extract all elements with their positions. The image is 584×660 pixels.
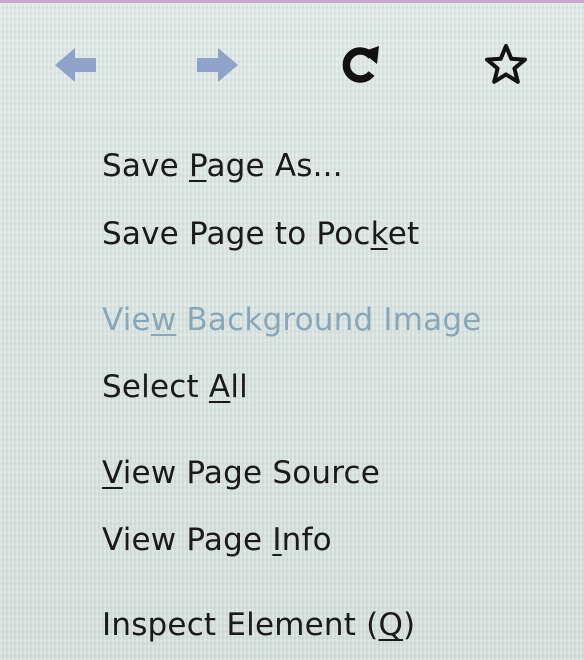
bookmark-button[interactable] <box>476 33 536 97</box>
accesskey-underline: w <box>150 302 177 338</box>
menu-item-inspect-element[interactable]: Inspect Element (Q) <box>102 601 415 649</box>
back-arrow-icon <box>55 48 96 82</box>
menu-item-save-to-pocket[interactable]: Save Page to Pocket <box>102 210 419 258</box>
reload-button[interactable] <box>330 33 390 97</box>
menu-item-view-background-image: View Background Image <box>102 302 482 338</box>
reload-icon <box>342 46 379 83</box>
accesskey-underline: V <box>102 455 123 491</box>
forward-button[interactable] <box>187 33 247 97</box>
menu-item-view-page-info[interactable]: View Page Info <box>102 516 332 564</box>
accesskey-underline: I <box>272 522 282 558</box>
accesskey-underline: k <box>370 216 388 252</box>
accesskey-underline: P <box>188 148 207 184</box>
back-button[interactable] <box>46 33 106 97</box>
context-menu: Save Page As... Save Page to Pocket View… <box>0 0 584 660</box>
accesskey-underline: A <box>208 369 231 405</box>
forward-arrow-icon <box>197 48 238 82</box>
navigation-row <box>0 33 584 97</box>
accesskey-underline: Q <box>378 607 404 643</box>
menu-item-view-page-source[interactable]: View Page Source <box>102 449 380 497</box>
star-icon <box>485 44 527 84</box>
menu-item-select-all[interactable]: Select All <box>102 363 248 411</box>
menu-item-save-page-as[interactable]: Save Page As... <box>102 142 343 190</box>
